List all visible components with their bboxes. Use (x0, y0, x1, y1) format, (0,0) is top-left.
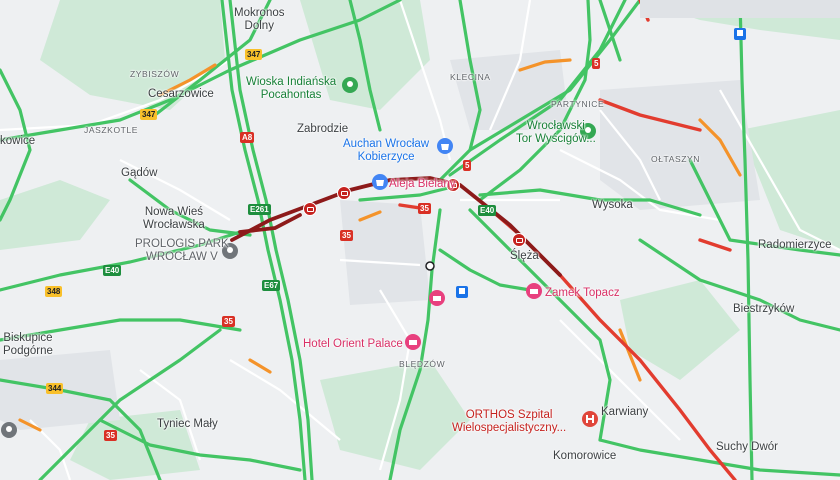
place-label-sleza: Ślęża (510, 250, 539, 262)
place-label-oltaszyn: OŁTASZYN (651, 154, 701, 164)
place-label-suchy-dwor: Suchy Dwór (716, 441, 778, 453)
road-shield-35: 35 (104, 430, 117, 441)
crash-incident-icon[interactable] (337, 186, 351, 200)
place-label-komorowice: Komorowice (553, 450, 617, 462)
place-label-tyniec-maly: Tyniec Mały (157, 418, 218, 430)
shopping-bag-pin-icon[interactable] (371, 173, 389, 191)
road-shield-35: 35 (222, 316, 235, 327)
place-label-radomierzyce: Radomierzyce (758, 239, 832, 251)
traffic-map[interactable]: 347 347 A8 5 5 E261 35 35 35 35 E40 E40 … (0, 0, 840, 480)
place-label-zamek-topacz[interactable]: Zamek Topacz (545, 287, 620, 300)
place-label-jaszkotle: JASZKOTLE (84, 125, 139, 135)
place-label-prologis-park[interactable]: PROLOGIS PARK WROCŁAW V (135, 238, 229, 264)
crash-incident-icon[interactable] (303, 202, 317, 216)
place-label-orthos-szpital[interactable]: ORTHOS Szpital Wielospecjalistyczny... (452, 409, 566, 435)
bus-stop-icon[interactable] (456, 286, 468, 298)
road-shield-5: 5 (592, 58, 601, 69)
road-shield-35: 35 (340, 230, 353, 241)
place-label-hotel-orient-palace[interactable]: Hotel Orient Palace (303, 338, 403, 351)
selected-point-marker[interactable] (425, 261, 435, 271)
road-shield-e67: E67 (262, 280, 281, 291)
place-label-zybiszow: ZYBISZÓW (130, 69, 180, 79)
map-tile-edge (640, 0, 840, 18)
road-shield-348: 348 (45, 286, 63, 297)
place-label-aleja-bielany[interactable]: Aleja Bielany (389, 178, 455, 191)
shopping-bag-pin-icon[interactable] (436, 137, 454, 155)
place-label-biestrzykow: Biestrzyków (733, 303, 795, 315)
road-shield-e40: E40 (103, 265, 122, 276)
place-label-cesarzowice: Cesarzowice (148, 88, 214, 100)
place-pin-icon[interactable] (0, 421, 18, 439)
place-label-tor-wyscigow[interactable]: Wrocławski Tor Wyścigów... (516, 120, 596, 146)
hotel-bed-pin-icon[interactable] (428, 289, 446, 307)
road-shield-e261: E261 (248, 204, 271, 215)
hotel-bed-pin-icon[interactable] (525, 282, 543, 300)
place-label-karwiany: Karwiany (601, 406, 649, 418)
green-pin-icon[interactable] (341, 76, 359, 94)
place-label-nowa-wies: Nowa Wieś Wrocławska (143, 206, 205, 231)
road-shield-344: 344 (46, 383, 64, 394)
place-label-partynice: PARTYNICE (551, 99, 605, 109)
road-shield-e40: E40 (478, 205, 497, 216)
place-label-bledzow: BLĘDZÓW (399, 359, 446, 369)
bus-stop-icon[interactable] (734, 28, 746, 40)
road-shield-35: 35 (418, 203, 431, 214)
crash-incident-icon[interactable] (512, 233, 526, 247)
place-label-gadow: Gądów (121, 167, 158, 179)
place-label-wioska-indianska[interactable]: Wioska Indiańska Pocahontas (246, 76, 336, 102)
hospital-pin-icon[interactable] (581, 410, 599, 428)
place-label-wysoka: Wysoka (592, 199, 633, 211)
place-label-zabrodzie: Zabrodzie (297, 123, 349, 135)
place-label-auchan[interactable]: Auchan Wrocław Kobierzyce (343, 138, 429, 164)
hotel-bed-pin-icon[interactable] (404, 333, 422, 351)
place-label-biskupice-podgorne: Biskupice Podgórne (3, 332, 53, 357)
road-shield-347: 347 (245, 49, 263, 60)
road-shield-5: 5 (463, 160, 472, 171)
place-label-mokronos-dolny: Mokronos Dolny (234, 7, 285, 32)
map-base-layer (0, 0, 840, 480)
place-label-klecina: KLECINA (450, 72, 491, 82)
road-shield-347: 347 (140, 109, 158, 120)
place-label-kowice: kowice (0, 135, 36, 147)
road-shield-a8: A8 (240, 132, 255, 143)
